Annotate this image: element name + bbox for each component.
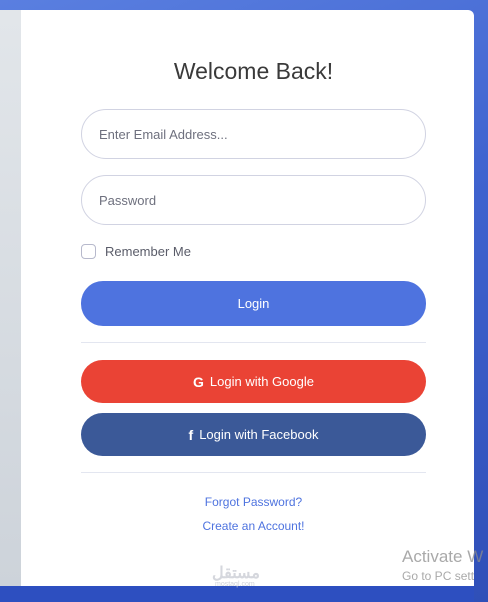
password-input[interactable] bbox=[81, 175, 426, 225]
login-button[interactable]: Login bbox=[81, 281, 426, 326]
activate-windows-title: Activate W bbox=[402, 547, 484, 566]
watermark-logo: مستقل bbox=[212, 565, 260, 582]
divider bbox=[81, 342, 426, 343]
divider bbox=[81, 472, 426, 473]
forgot-password-link[interactable]: Forgot Password? bbox=[81, 495, 426, 509]
activate-windows-subtitle: Go to PC sett bbox=[402, 569, 475, 583]
remember-me-checkbox[interactable] bbox=[81, 244, 96, 259]
create-account-link[interactable]: Create an Account! bbox=[81, 519, 426, 533]
facebook-login-label: Login with Facebook bbox=[199, 427, 319, 442]
google-login-button[interactable]: G Login with Google bbox=[81, 360, 426, 403]
bottom-bar bbox=[0, 586, 474, 602]
login-card: Welcome Back! Remember Me Login G Login … bbox=[0, 10, 474, 586]
remember-me-option[interactable]: Remember Me bbox=[81, 244, 191, 259]
facebook-login-button[interactable]: f Login with Facebook bbox=[81, 413, 426, 456]
side-image bbox=[0, 10, 21, 586]
google-login-label: Login with Google bbox=[209, 374, 314, 389]
google-icon: G bbox=[193, 373, 204, 390]
watermark-url: mostaql.com bbox=[215, 581, 255, 588]
page-title: Welcome Back! bbox=[173, 58, 334, 84]
remember-me-label: Remember Me bbox=[105, 244, 191, 259]
activate-windows-notice: Activate W Go to PC sett bbox=[402, 547, 483, 583]
facebook-icon: f bbox=[188, 426, 194, 443]
email-input[interactable] bbox=[81, 109, 426, 159]
login-button-label: Login bbox=[237, 296, 270, 311]
